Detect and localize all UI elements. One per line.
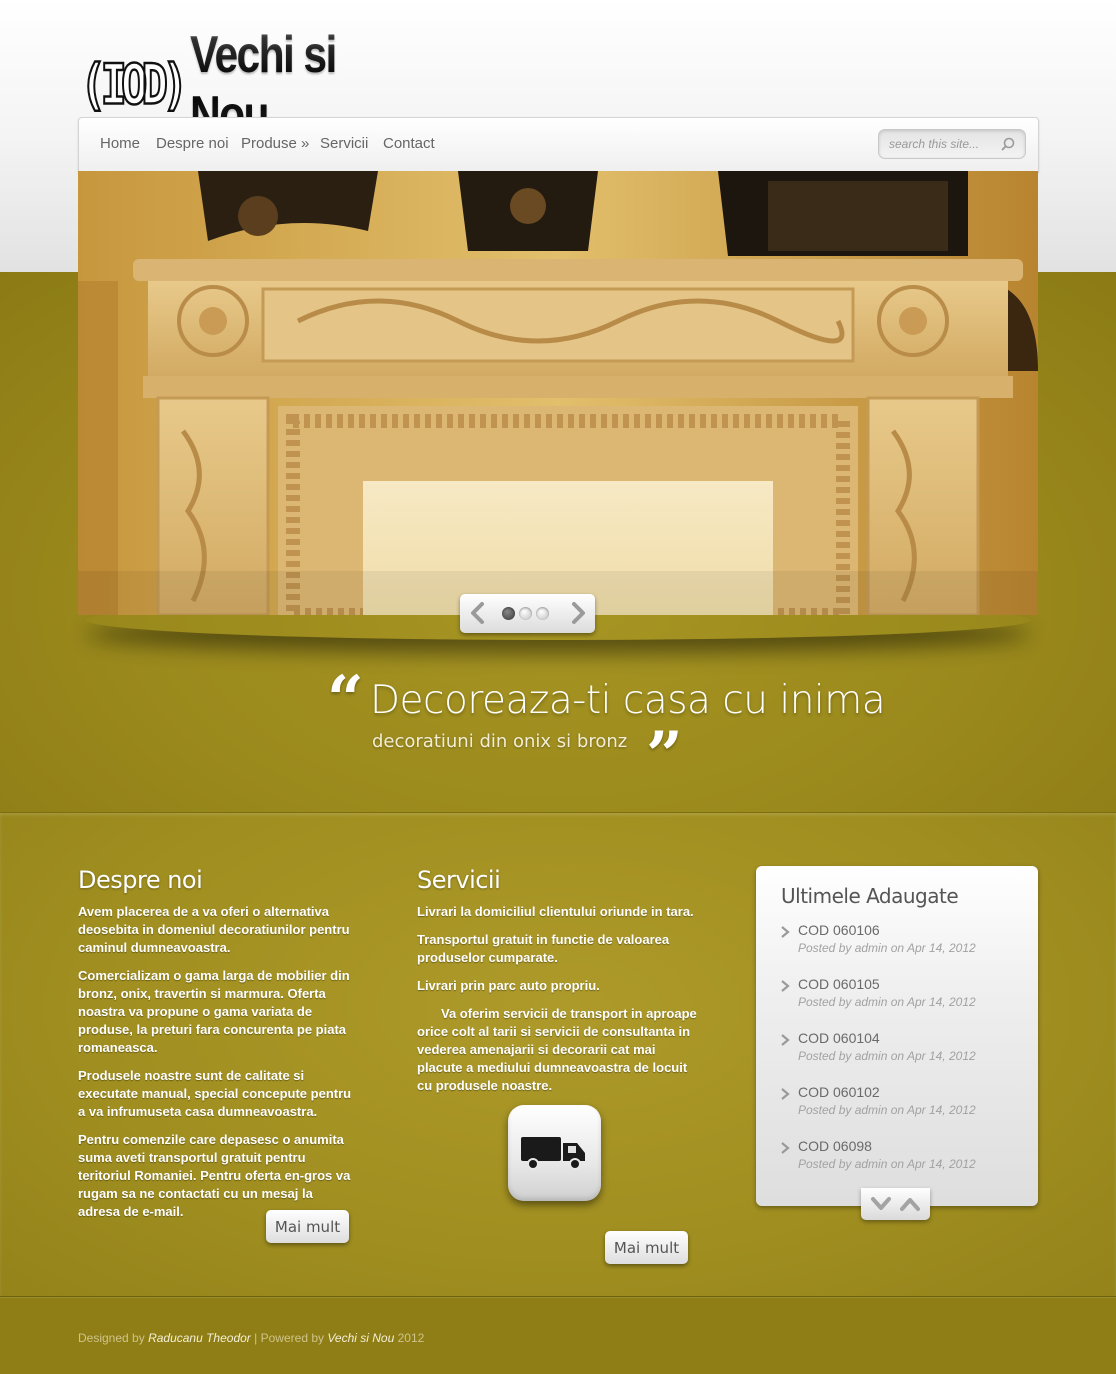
list-item[interactable]: COD 060102 Posted by admin on Apr 14, 20…: [780, 1084, 1020, 1124]
footer-powered-by-label: Powered by: [260, 1331, 324, 1345]
list-item[interactable]: COD 060104 Posted by admin on Apr 14, 20…: [780, 1030, 1020, 1070]
post-title[interactable]: COD 060105: [798, 976, 880, 992]
search-box: [878, 129, 1026, 159]
post-meta: Posted by admin on Apr 14, 2012: [798, 1157, 976, 1171]
nav-item-servicii[interactable]: Servicii: [320, 135, 368, 152]
about-text: Avem placerea de a va oferi o alternativ…: [78, 903, 358, 1231]
post-meta: Posted by admin on Apr 14, 2012: [798, 1103, 976, 1117]
services-more-button[interactable]: Mai mult: [605, 1231, 688, 1264]
services-paragraph: Livrari la domiciliul clientului oriunde…: [417, 904, 694, 919]
footer-designer-link[interactable]: Raducanu Theodor: [148, 1331, 251, 1345]
services-text: Livrari la domiciliul clientului oriunde…: [417, 903, 697, 1105]
tagline-sub: decoratiuni din onix si bronz: [372, 731, 628, 752]
slider-next-icon[interactable]: [566, 601, 590, 625]
services-paragraph: Livrari prin parc auto propriu.: [417, 978, 600, 993]
post-meta: Posted by admin on Apr 14, 2012: [798, 1049, 976, 1063]
slide-image-fireplace: [78, 171, 1038, 615]
services-paragraph: Va oferim servicii de transport in aproa…: [417, 1006, 697, 1093]
chevron-right-icon: [781, 1142, 790, 1154]
recent-posts-scroll-controls: [861, 1188, 930, 1220]
post-title[interactable]: COD 06098: [798, 1138, 872, 1154]
services-title: Servicii: [417, 866, 501, 894]
site-logo[interactable]: (IOD) Vechi si Nou: [79, 26, 380, 144]
chevron-right-icon: [781, 926, 790, 938]
post-title[interactable]: COD 060104: [798, 1030, 880, 1046]
about-paragraph: Pentru comenzile care depasesc o anumita…: [78, 1132, 351, 1219]
nav-item-despre-noi[interactable]: Despre noi: [156, 135, 229, 152]
chevron-right-icon: [781, 1034, 790, 1046]
chevron-right-icon: [781, 1088, 790, 1100]
list-item[interactable]: COD 060106 Posted by admin on Apr 14, 20…: [780, 922, 1020, 962]
main-nav: Home Despre noi Produse » Servicii Conta…: [78, 117, 1039, 173]
post-meta: Posted by admin on Apr 14, 2012: [798, 941, 976, 955]
slider-dot-3[interactable]: [536, 607, 549, 620]
footer-credits: Designed by Raducanu Theodor | Powered b…: [78, 1331, 424, 1345]
list-item[interactable]: COD 06098 Posted by admin on Apr 14, 201…: [780, 1138, 1020, 1178]
truck-icon-tile: [508, 1105, 601, 1201]
about-paragraph: Produsele noastre sunt de calitate si ex…: [78, 1068, 352, 1119]
list-item[interactable]: COD 060105 Posted by admin on Apr 14, 20…: [780, 976, 1020, 1016]
post-title[interactable]: COD 060106: [798, 922, 880, 938]
chevron-up-icon[interactable]: [899, 1195, 921, 1213]
truck-icon: [521, 1137, 585, 1170]
chevron-right-icon: [781, 980, 790, 992]
services-paragraph: Transportul gratuit in functie de valoar…: [417, 932, 670, 965]
nav-item-produse[interactable]: Produse »: [241, 135, 309, 152]
about-paragraph: Avem placerea de a va oferi o alternativ…: [78, 904, 350, 955]
recent-posts-widget: Ultimele Adaugate COD 060106 Posted by a…: [756, 866, 1038, 1206]
about-paragraph: Comercializam o gama larga de mobilier d…: [78, 968, 350, 1055]
post-meta: Posted by admin on Apr 14, 2012: [798, 995, 976, 1009]
tagline-main: Decoreaza-ti casa cu inima: [370, 678, 886, 723]
quote-close-icon: ”: [646, 718, 683, 793]
about-title: Despre noi: [78, 866, 203, 894]
slider-dot-2[interactable]: [519, 607, 532, 620]
logo-mark: (IOD): [79, 52, 189, 118]
footer-year: 2012: [397, 1331, 425, 1345]
slider-dot-1[interactable]: [502, 607, 515, 620]
footer-site-link[interactable]: Vechi si Nou: [327, 1331, 394, 1345]
slider-prev-icon[interactable]: [466, 601, 490, 625]
post-title[interactable]: COD 060102: [798, 1084, 880, 1100]
featured-slider: [78, 171, 1038, 615]
search-icon[interactable]: [1000, 136, 1016, 152]
recent-posts-title: Ultimele Adaugate: [781, 884, 959, 908]
search-input[interactable]: [889, 135, 999, 153]
footer-separator: |: [254, 1331, 258, 1345]
nav-item-contact[interactable]: Contact: [383, 135, 435, 152]
nav-item-home[interactable]: Home: [100, 135, 140, 152]
slider-controls: [460, 594, 595, 633]
about-more-button[interactable]: Mai mult: [266, 1210, 349, 1243]
footer-designed-by-label: Designed by: [78, 1331, 145, 1345]
chevron-down-icon[interactable]: [870, 1195, 892, 1213]
quote-open-icon: “: [327, 662, 364, 737]
